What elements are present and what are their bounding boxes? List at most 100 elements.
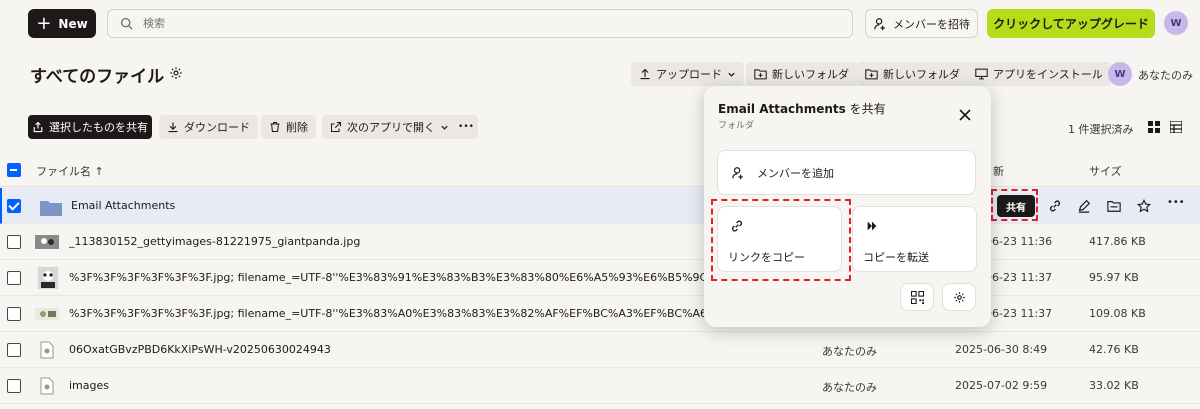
owner-avatar-initial: W bbox=[1114, 68, 1126, 80]
dialog-title-name: Email Attachments bbox=[718, 102, 846, 116]
chevron-down-icon bbox=[441, 125, 448, 130]
search-icon bbox=[120, 17, 133, 30]
image-thumbnail-icon bbox=[38, 267, 58, 289]
share-settings-button[interactable] bbox=[942, 283, 976, 311]
qr-code-button[interactable] bbox=[900, 283, 934, 311]
image-thumbnail-icon bbox=[35, 308, 59, 320]
open-in-app-label: 次のアプリで開く bbox=[347, 121, 435, 134]
table-row[interactable]: %3F%3F%3F%3F%3F%3F.jpg; filename_=UTF-8'… bbox=[0, 260, 1200, 296]
delete-label: 削除 bbox=[286, 121, 308, 134]
install-app-button[interactable]: アプリをインストール bbox=[967, 62, 1111, 86]
owner-avatar: W bbox=[1108, 62, 1132, 86]
dialog-title: Email Attachments を共有 bbox=[718, 100, 886, 117]
link-icon[interactable] bbox=[1048, 199, 1062, 213]
search-input[interactable] bbox=[143, 17, 743, 30]
more-icon: ••• bbox=[458, 122, 474, 132]
file-name[interactable]: _113830152_gettyimages-81221975_giantpan… bbox=[69, 235, 709, 248]
select-all-checkbox[interactable] bbox=[7, 163, 21, 177]
dialog-subtitle: フォルダ bbox=[718, 121, 755, 131]
dialog-title-suffix: を共有 bbox=[845, 102, 886, 116]
row-checkbox[interactable] bbox=[7, 235, 21, 249]
file-size: 33.02 KB bbox=[1089, 379, 1139, 392]
new-button-label: New bbox=[58, 16, 88, 31]
file-size: 95.97 KB bbox=[1089, 271, 1139, 284]
gear-icon[interactable] bbox=[169, 66, 183, 80]
forward-copy-button[interactable]: コピーを転送 bbox=[852, 206, 977, 272]
file-name[interactable]: images bbox=[69, 379, 709, 392]
row-checkbox[interactable] bbox=[7, 199, 21, 213]
file-icon bbox=[40, 341, 54, 359]
chevron-down-icon bbox=[728, 72, 735, 77]
file-icon bbox=[40, 377, 54, 395]
upgrade-button[interactable]: クリックしてアップグレード bbox=[987, 9, 1155, 38]
invite-members-button[interactable]: メンバーを招待 bbox=[865, 9, 978, 38]
file-name[interactable]: %3F%3F%3F%3F%3F%3F.jpg; filename_=UTF-8'… bbox=[69, 271, 709, 284]
file-access: あなたのみ bbox=[822, 381, 877, 394]
add-user-icon bbox=[732, 166, 743, 179]
share-selected-button[interactable]: 選択したものを共有 bbox=[28, 115, 152, 139]
row-checkbox[interactable] bbox=[7, 307, 21, 321]
upload-button[interactable]: アップロード bbox=[631, 62, 744, 86]
selection-count: 1 件選択済み bbox=[1068, 123, 1134, 136]
more-options-button[interactable]: ••• bbox=[454, 115, 478, 139]
share-icon bbox=[33, 121, 43, 133]
move-folder-icon[interactable] bbox=[1107, 199, 1121, 213]
file-name[interactable]: 06OxatGBvzPBD6KkXiPsWH-v20250630024943 bbox=[69, 343, 709, 356]
file-size: 109.08 KB bbox=[1089, 307, 1146, 320]
new-folder-button[interactable]: 新しいフォルダ bbox=[746, 62, 857, 86]
search-bar[interactable] bbox=[107, 9, 853, 38]
row-checkbox[interactable] bbox=[7, 343, 21, 357]
table-row[interactable]: %3F%3F%3F%3F%3F%3F.jpg; filename_=UTF-8'… bbox=[0, 296, 1200, 332]
install-app-label: アプリをインストール bbox=[993, 68, 1103, 81]
page-title: すべてのファイル bbox=[30, 67, 165, 87]
file-modified: 06-23 11:37 bbox=[985, 307, 1053, 320]
add-member-button[interactable]: メンバーを追加 bbox=[717, 150, 976, 195]
download-label: ダウンロード bbox=[184, 121, 250, 134]
row-more-button[interactable]: ••• bbox=[1167, 197, 1185, 208]
download-icon bbox=[168, 122, 178, 133]
column-header-size[interactable]: サイズ bbox=[1089, 163, 1122, 179]
account-avatar[interactable]: W bbox=[1164, 11, 1188, 35]
open-in-app-button[interactable]: 次のアプリで開く bbox=[322, 115, 457, 139]
file-size: 42.76 KB bbox=[1089, 343, 1139, 356]
add-member-label: メンバーを追加 bbox=[757, 166, 834, 180]
delete-button[interactable]: 削除 bbox=[261, 115, 316, 139]
upgrade-label: クリックしてアップグレード bbox=[993, 17, 1149, 31]
close-icon[interactable] bbox=[958, 108, 972, 122]
column-header-modified[interactable]: 新 bbox=[993, 163, 1004, 179]
folder-icon bbox=[40, 201, 62, 216]
table-row[interactable]: images あなたのみ 2025-07-02 9:59 33.02 KB bbox=[0, 368, 1200, 404]
access-label: あなたのみ bbox=[1138, 69, 1193, 82]
grid-view-icon[interactable] bbox=[1148, 121, 1160, 133]
rename-icon[interactable] bbox=[1077, 199, 1091, 213]
download-button[interactable]: ダウンロード bbox=[159, 115, 258, 139]
new-shared-folder-label: 新しいフォルダ bbox=[883, 68, 960, 81]
upload-label: アップロード bbox=[656, 68, 722, 81]
invite-members-label: メンバーを招待 bbox=[893, 17, 970, 31]
monitor-icon bbox=[975, 68, 988, 80]
table-row[interactable]: _113830152_gettyimages-81221975_giantpan… bbox=[0, 224, 1200, 260]
file-modified: 2025-07-02 9:59 bbox=[955, 379, 1048, 392]
row-checkbox[interactable] bbox=[7, 271, 21, 285]
list-view-icon[interactable] bbox=[1170, 121, 1182, 133]
file-modified: 06-23 11:37 bbox=[985, 271, 1053, 284]
file-access: あなたのみ bbox=[822, 345, 877, 358]
new-shared-folder-button[interactable]: 新しいフォルダ bbox=[857, 62, 968, 86]
table-row[interactable]: 06OxatGBvzPBD6KkXiPsWH-v20250630024943 あ… bbox=[0, 332, 1200, 368]
highlight-share-chip bbox=[991, 189, 1038, 221]
highlight-copy-link bbox=[711, 199, 851, 281]
file-name[interactable]: Email Attachments bbox=[71, 199, 711, 212]
star-icon[interactable] bbox=[1137, 199, 1151, 213]
file-size: 417.86 KB bbox=[1089, 235, 1146, 248]
add-user-icon bbox=[874, 17, 885, 30]
column-header-name[interactable]: ファイル名 ↑ bbox=[36, 163, 104, 179]
new-folder-label: 新しいフォルダ bbox=[772, 68, 849, 81]
file-name[interactable]: %3F%3F%3F%3F%3F%3F.jpg; filename_=UTF-8'… bbox=[69, 307, 709, 320]
new-button[interactable]: + New bbox=[28, 9, 96, 38]
forward-copy-label: コピーを転送 bbox=[863, 251, 929, 264]
upload-icon bbox=[640, 68, 650, 80]
external-link-icon bbox=[330, 121, 342, 133]
top-bar: + New メンバーを招待 クリックしてアップグレード W bbox=[0, 0, 1200, 46]
row-checkbox[interactable] bbox=[7, 379, 21, 393]
gear-icon bbox=[953, 291, 965, 303]
